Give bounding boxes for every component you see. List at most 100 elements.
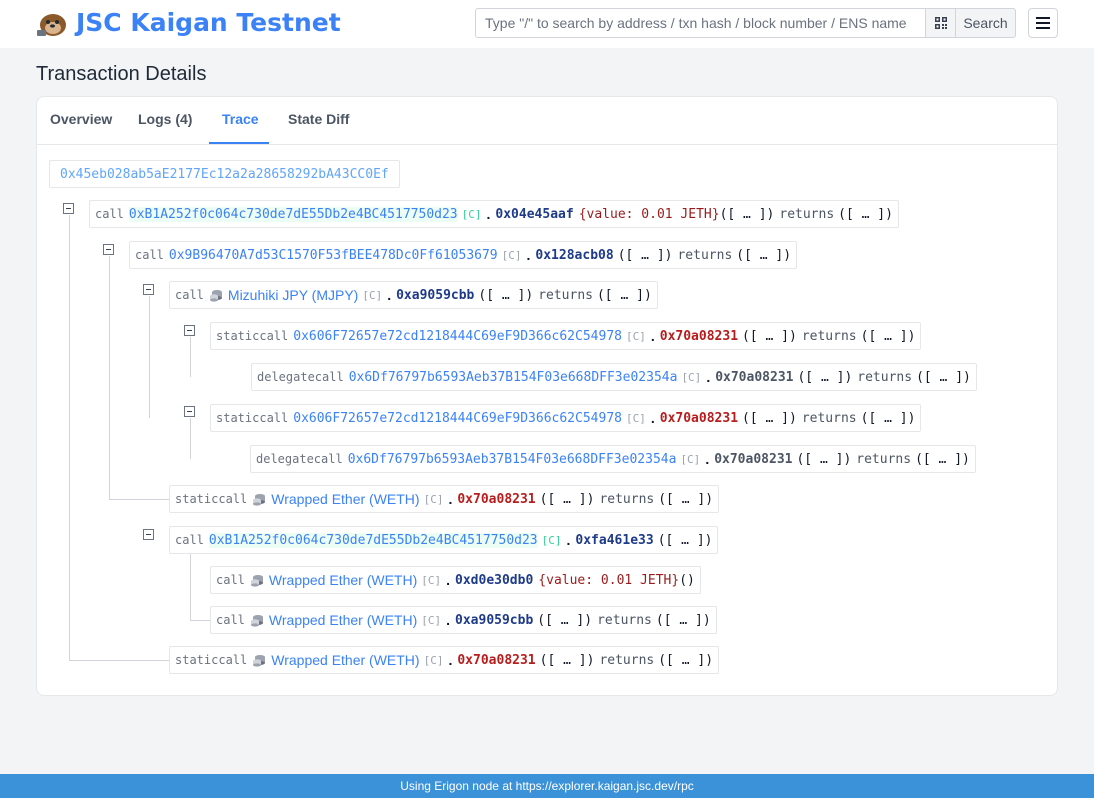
separator-dot: . [566, 532, 571, 548]
collapse-toggle-icon[interactable] [143, 284, 154, 295]
tree-connector [149, 296, 150, 418]
contract-badge: [C] [461, 207, 482, 221]
call-type: call [216, 573, 245, 587]
trace-node: call Mizuhiki JPY (MJPY) [C] . 0xa9059cb… [169, 281, 658, 309]
target-address[interactable]: 0x606F72657e72cd1218444C69eF9D366c62C549… [293, 411, 622, 426]
method-selector: 0x70a08231 [715, 369, 794, 385]
returns-label: returns [857, 369, 913, 385]
call-type: call [175, 533, 204, 547]
menu-button[interactable] [1028, 8, 1058, 38]
call-params[interactable]: ([ … ]) [618, 248, 673, 263]
method-selector: 0x70a08231 [659, 328, 739, 344]
token-name[interactable]: Wrapped Ether (WETH) [269, 572, 417, 588]
call-params[interactable]: ([ … ]) [797, 370, 852, 385]
call-type: call [175, 288, 204, 302]
qr-scan-button[interactable] [925, 8, 956, 38]
contract-badge: [C] [541, 533, 562, 547]
call-params[interactable]: ([ … ]) [742, 411, 797, 426]
call-params[interactable]: ([ … ]) [796, 452, 851, 467]
tab-trace[interactable]: Trace [222, 111, 259, 127]
call-type: call [135, 248, 164, 262]
trace-node: call 0xB1A252f0c064c730de7dE55Db2e4BC451… [169, 526, 719, 554]
call-params[interactable]: ([ … ]) [720, 207, 775, 222]
return-params[interactable]: ([ … ]) [736, 248, 791, 263]
method-selector: 0xfa461e33 [575, 532, 654, 548]
token-coins-icon [250, 613, 264, 627]
contract-badge: [C] [423, 492, 444, 506]
method-selector: 0x70a08231 [714, 451, 793, 467]
return-params[interactable]: ([ … ]) [838, 207, 893, 222]
tree-connector [190, 620, 210, 621]
call-params[interactable]: ([ … ]) [658, 533, 713, 548]
returns-label: returns [801, 410, 857, 426]
separator-dot: . [650, 410, 655, 426]
tree-connector [190, 337, 191, 377]
hamburger-menu-icon [1036, 17, 1050, 29]
token-coins-icon [252, 653, 266, 667]
call-type: call [95, 207, 124, 221]
collapse-toggle-icon[interactable] [103, 244, 114, 255]
collapse-toggle-icon[interactable] [143, 529, 154, 540]
target-address[interactable]: 0x9B96470A7d53C1570F53fBEE478Dc0Ff610536… [169, 248, 498, 263]
returns-label: returns [599, 652, 655, 668]
token-name[interactable]: Mizuhiki JPY (MJPY) [228, 287, 358, 303]
contract-badge: [C] [421, 613, 442, 627]
return-params[interactable]: ([ … ]) [861, 329, 916, 344]
search-button[interactable]: Search [955, 8, 1016, 38]
target-address[interactable]: 0xB1A252f0c064c730de7dE55Db2e4BC4517750d… [128, 206, 458, 222]
method-selector: 0xa9059cbb [455, 612, 534, 628]
return-params[interactable]: ([ … ]) [861, 411, 916, 426]
tab-state-diff[interactable]: State Diff [288, 111, 349, 127]
method-selector: 0x70a08231 [457, 491, 536, 507]
trace-from-address[interactable]: 0x45eb028ab5aE2177Ec12a2a28658292bA43CC0… [49, 160, 400, 188]
target-address[interactable]: 0x6Df76797b6593Aeb37B154F03e668DFF3e0235… [349, 370, 678, 385]
token-name[interactable]: Wrapped Ether (WETH) [271, 491, 419, 507]
return-params[interactable]: ([ … ]) [597, 288, 652, 303]
returns-label: returns [779, 206, 835, 222]
collapse-toggle-icon[interactable] [184, 325, 195, 336]
return-params[interactable]: ([ … ]) [656, 613, 711, 628]
tree-connector [69, 660, 169, 661]
separator-dot: . [650, 328, 655, 344]
returns-label: returns [597, 612, 652, 628]
otter-logo[interactable] [36, 10, 68, 38]
method-selector: 0x04e45aaf [495, 206, 574, 222]
collapse-toggle-icon[interactable] [184, 406, 195, 417]
trace-node: staticcall Wrapped Ether (WETH) [C] . 0x… [169, 485, 720, 513]
trace-node: call Wrapped Ether (WETH) [C] . 0xd0e30d… [210, 566, 701, 594]
trace-node: delegatecall 0x6Df76797b6593Aeb37B154F03… [251, 363, 977, 391]
tab-overview[interactable]: Overview [50, 111, 112, 127]
call-params[interactable]: ([ … ]) [537, 613, 592, 628]
tab-logs[interactable]: Logs (4) [138, 111, 192, 127]
tree-connector [190, 418, 191, 459]
collapse-toggle-icon[interactable] [63, 203, 74, 214]
page-title: Transaction Details [36, 63, 207, 85]
method-selector: 0xd0e30db0 [455, 572, 534, 588]
return-params[interactable]: ([ … ]) [658, 653, 713, 668]
trace-node: staticcall 0x606F72657e72cd1218444C69eF9… [210, 404, 922, 432]
separator-dot: . [446, 612, 451, 628]
return-params[interactable]: ([ … ]) [658, 492, 713, 507]
target-address[interactable]: 0xB1A252f0c064c730de7dE55Db2e4BC4517750d… [208, 532, 538, 548]
call-params[interactable]: ([ … ]) [742, 329, 797, 344]
contract-badge: [C] [680, 452, 701, 466]
top-navbar: JSC Kaigan Testnet Type "/" to search by… [0, 0, 1094, 48]
target-address[interactable]: 0x606F72657e72cd1218444C69eF9D366c62C549… [293, 329, 622, 344]
call-params[interactable]: ([ … ]) [540, 653, 595, 668]
return-params[interactable]: ([ … ]) [915, 452, 970, 467]
return-params[interactable]: ([ … ]) [916, 370, 971, 385]
brand-title[interactable]: JSC Kaigan Testnet [76, 8, 341, 37]
call-params[interactable]: ([ … ]) [540, 492, 595, 507]
token-name[interactable]: Wrapped Ether (WETH) [271, 652, 419, 668]
target-address[interactable]: 0x6Df76797b6593Aeb37B154F03e668DFF3e0235… [348, 452, 677, 467]
token-coins-icon [250, 573, 264, 587]
separator-dot: . [387, 287, 392, 303]
contract-badge: [C] [625, 329, 646, 343]
contract-badge: [C] [625, 411, 646, 425]
token-name[interactable]: Wrapped Ether (WETH) [269, 612, 417, 628]
method-selector: 0x128acb08 [535, 247, 614, 263]
call-params[interactable]: ([ … ]) [478, 288, 533, 303]
search-input[interactable]: Type "/" to search by address / txn hash… [475, 8, 926, 38]
call-value: {value: 0.01 JETH} [578, 206, 720, 222]
token-coins-icon [252, 492, 266, 506]
